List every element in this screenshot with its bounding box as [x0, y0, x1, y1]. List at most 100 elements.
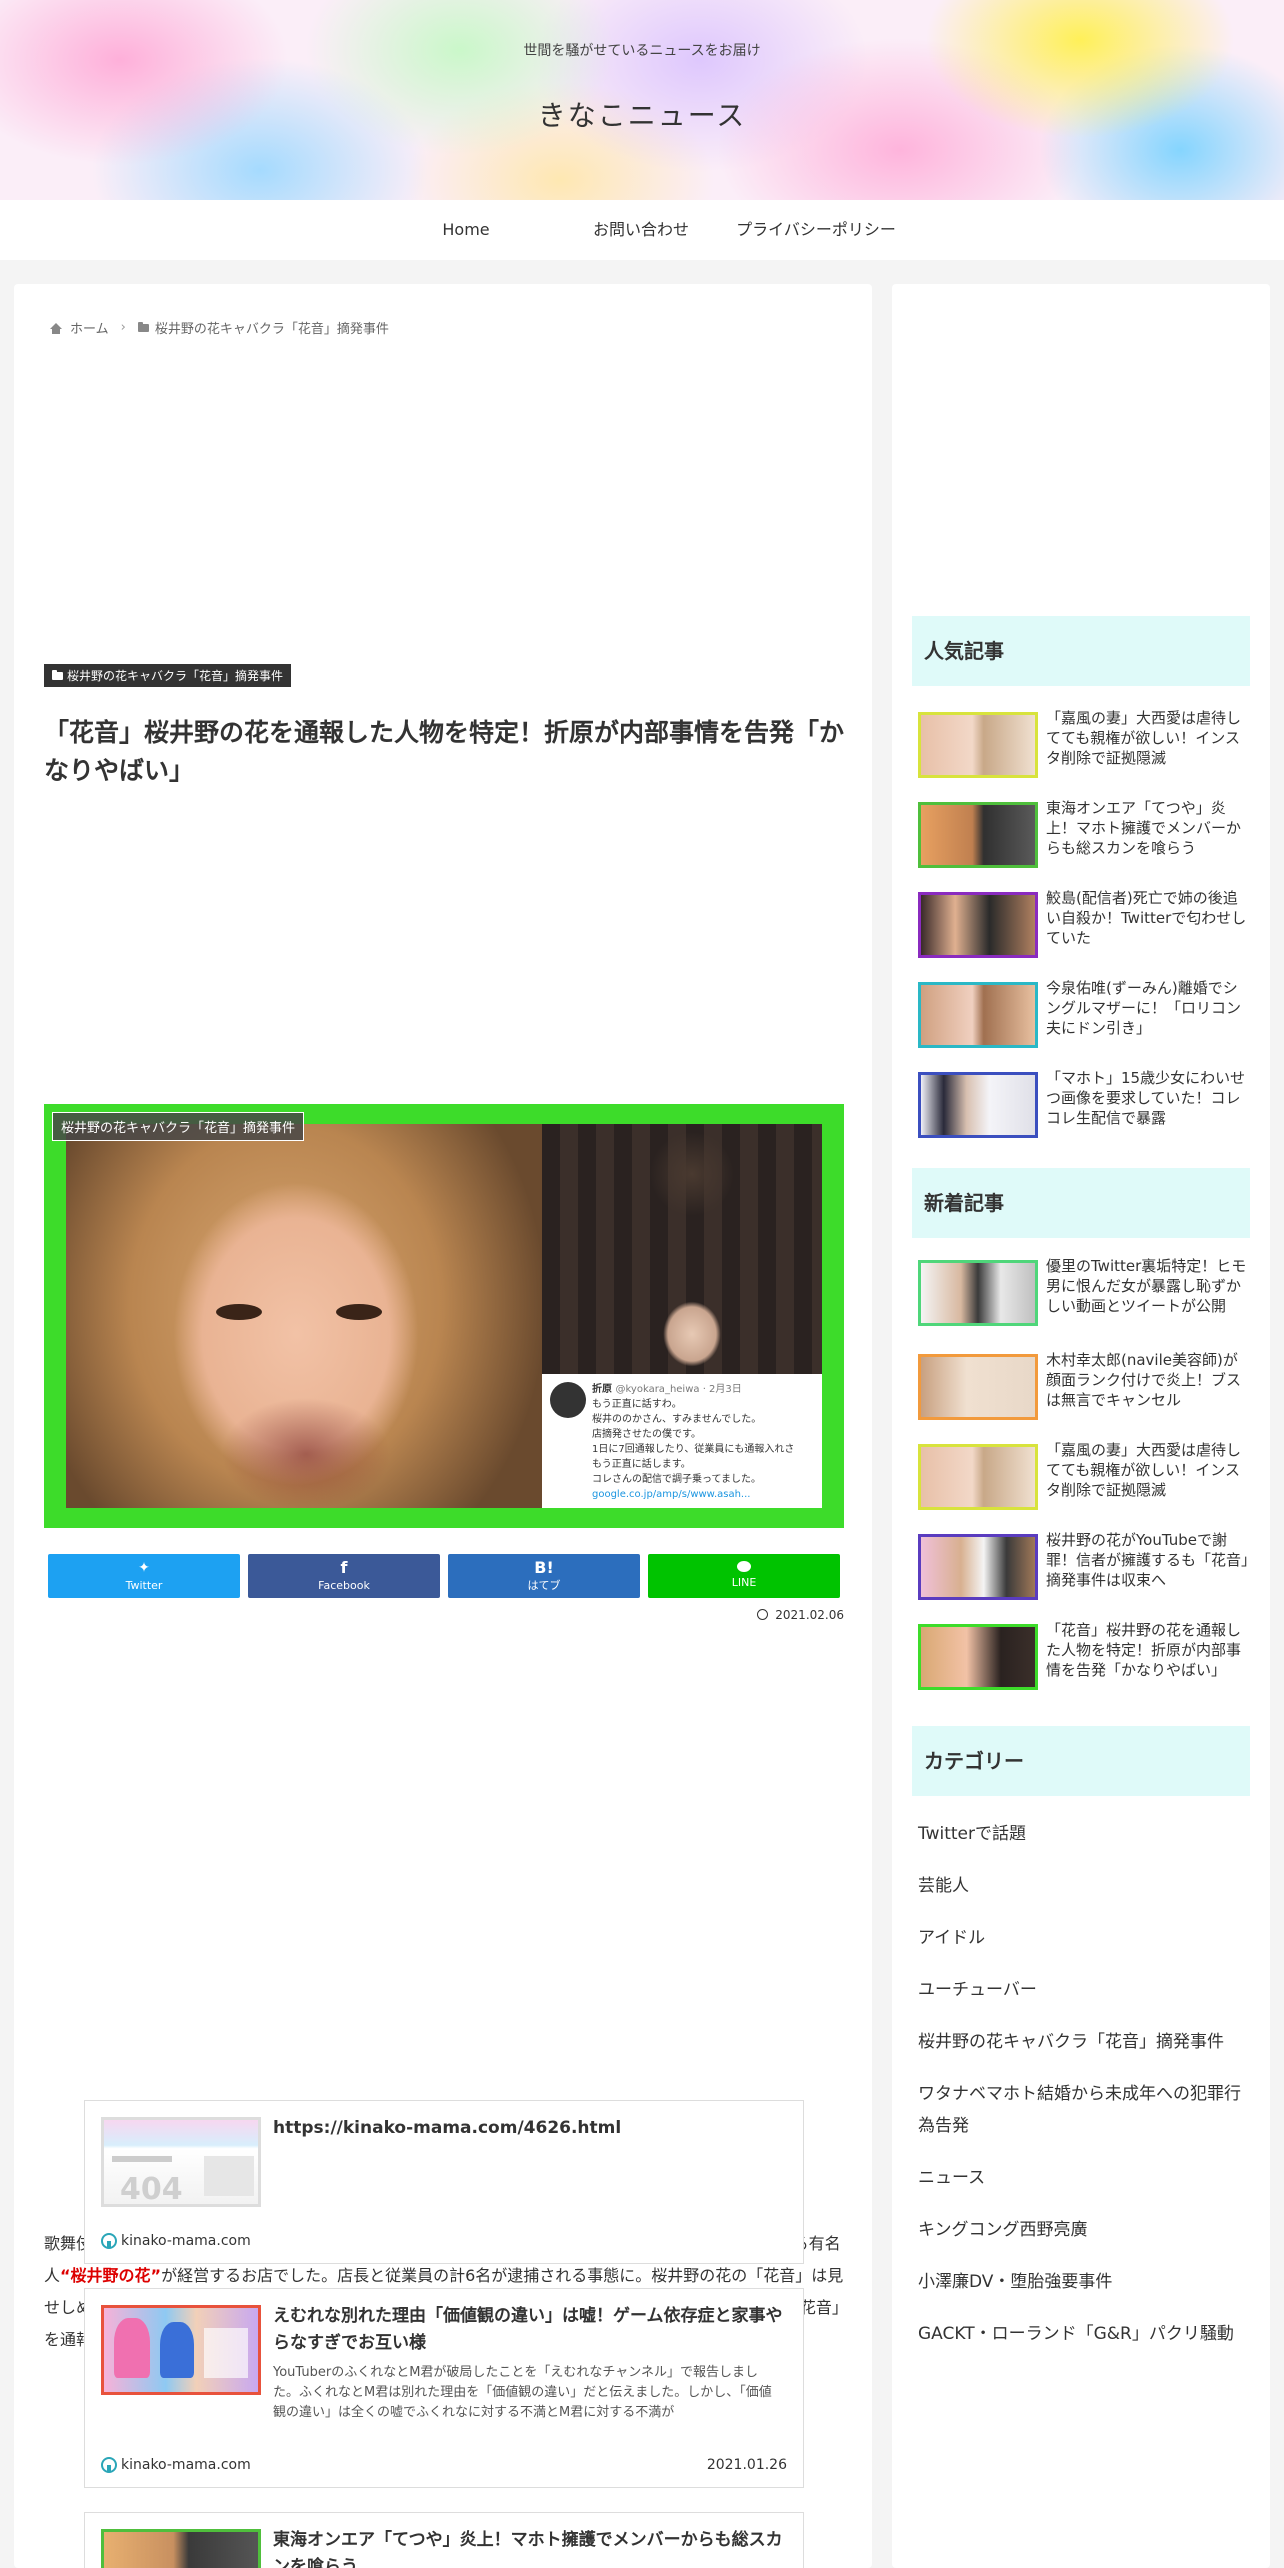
nav-contact[interactable]: お問い合わせ [561, 200, 721, 260]
new-post-item[interactable]: 桜井野の花がYouTubeで謝罪！信者が擁護するも「花音」摘発事件は収束へ [918, 1530, 1254, 1600]
tweet-line: コレさんの配信で調子乗ってました。 [592, 1474, 761, 1485]
nav-privacy-policy[interactable]: プライバシーポリシー [736, 200, 896, 260]
popular-post-title: 鮫島(配信者)死亡で姉の後追い自殺か！Twitterで匂わせしていた [1046, 889, 1247, 947]
popular-post-item[interactable]: 鮫島(配信者)死亡で姉の後追い自殺か！Twitterで匂わせしていた [918, 888, 1254, 958]
new-post-item[interactable]: 「花音」桜井野の花を通報した人物を特定！折原が内部事情を告発「かなりやばい」 [918, 1620, 1254, 1704]
category-link[interactable]: 芸能人 [918, 1870, 1248, 1902]
thumb-detail [204, 2156, 254, 2196]
facebook-icon: f [340, 1558, 348, 1577]
tweet-handle: @kyokara_heiwa · 2月3日 [615, 1384, 742, 1395]
share-label: Facebook [318, 1579, 370, 1592]
category-link[interactable]: 桜井野の花キャバクラ「花音」摘発事件 [918, 2026, 1248, 2058]
blogcard-thumbnail: 404 [101, 2117, 261, 2207]
share-hatebu-button[interactable]: B! はてブ [448, 1554, 640, 1598]
folder-icon [52, 670, 63, 680]
breadcrumb-category[interactable]: 桜井野の花キャバクラ「花音」摘発事件 [155, 318, 389, 337]
blogcard-title: 東海オンエア「てつや」炎上！マホト擁護でメンバーからも総スカンを喰らう [273, 2530, 783, 2568]
new-post-title: 「嘉風の妻」大西愛は虐待してても親権が欲しい！インスタ削除で証拠隠滅 [1046, 1441, 1242, 1499]
clock-icon [757, 1609, 769, 1620]
blogcard-title: https://kinako-mama.com/4626.html [273, 2118, 622, 2138]
tweet-line: もう正直に話します。 [592, 1459, 691, 1470]
popular-post-title: 東海オンエア「てつや」炎上！マホト擁護でメンバーからも総スカンを喰らう [1046, 799, 1242, 857]
blogcard-date: 2021.01.26 [706, 2457, 787, 2473]
new-post-title: 「花音」桜井野の花を通報した人物を特定！折原が内部事情を告発「かなりやばい」 [1046, 1621, 1242, 1679]
category-link[interactable]: Twitterで話題 [918, 1818, 1248, 1850]
eyecatch-image: 折原 @kyokara_heiwa · 2月3日 もう正直に話すわ。 桜井ののか… [44, 1104, 844, 1528]
main-content: ホーム › 桜井野の花キャバクラ「花音」摘発事件 桜井野の花キャバクラ「花音」摘… [14, 284, 872, 2568]
thumb-detail [160, 2322, 194, 2378]
site-title-link[interactable]: きなこニュース [0, 94, 1284, 134]
post-thumbnail [918, 712, 1038, 778]
tweet-card: 折原 @kyokara_heiwa · 2月3日 もう正直に話すわ。 桜井ののか… [542, 1374, 822, 1508]
nav-home[interactable]: Home [386, 200, 546, 260]
breadcrumb: ホーム › 桜井野の花キャバクラ「花音」摘発事件 [50, 318, 389, 337]
eyecatch-category-label: 桜井野の花キャバクラ「花音」摘発事件 [52, 1112, 305, 1141]
site-header: 世間を騒がせているニュースをお届け きなこニュース [0, 0, 1284, 200]
category-heading: カテゴリー [912, 1726, 1250, 1796]
pixelated-photo [542, 1124, 822, 1374]
blogcard-site: kinako-mama.com [101, 2233, 251, 2249]
post-thumbnail [918, 1072, 1038, 1138]
popular-post-title: 今泉佑唯(ずーみん)離婚でシングルマザーに！「ロリコン夫にドン引き」 [1046, 979, 1242, 1037]
category-link[interactable]: ワタナベマホト結婚から未成年への犯罪行為告発 [918, 2078, 1248, 2142]
new-post-item[interactable]: 「嘉風の妻」大西愛は虐待してても親権が欲しい！インスタ削除で証拠隠滅 [918, 1440, 1254, 1510]
blogcard-link[interactable]: えむれな別れた理由「価値観の違い」は嘘！ゲーム依存症と家事やらなすぎでお互い様 … [84, 2288, 804, 2488]
blogcard-snippet: YouTuberのふくれなとM君が破局したことを「えむれなチャンネル」で報告しま… [273, 2365, 772, 2420]
thumb-detail [112, 2156, 172, 2162]
category-link[interactable]: ユーチューバー [918, 1974, 1248, 2006]
popular-post-item[interactable]: 東海オンエア「てつや」炎上！マホト擁護でメンバーからも総スカンを喰らう [918, 798, 1254, 868]
breadcrumb-home[interactable]: ホーム [70, 318, 109, 337]
share-label: LINE [731, 1576, 757, 1589]
photo-detail [216, 1304, 262, 1320]
category-link[interactable]: キングコング西野亮廣 [918, 2214, 1248, 2246]
new-post-title: 木村幸太郎(navile美容師)が顔面ランク付けで炎上！ブスは無言でキャンセル [1046, 1351, 1242, 1409]
post-thumbnail [918, 802, 1038, 868]
tweet-line: もう正直に話すわ。 [592, 1399, 682, 1410]
blogcard-thumbnail [101, 2305, 261, 2395]
thumb-404-text: 404 [120, 2172, 183, 2207]
blogcard-site: kinako-mama.com [101, 2457, 251, 2473]
category-link[interactable]: ニュース [918, 2162, 1248, 2194]
popular-post-item[interactable]: 「嘉風の妻」大西愛は虐待してても親権が欲しい！インスタ削除で証拠隠滅 [918, 708, 1254, 778]
body-highlight: “桜井野の花” [60, 2266, 162, 2285]
updated-date: 2021.02.06 [694, 1608, 844, 1622]
twitter-icon: ✦ [138, 1560, 150, 1576]
share-line-button[interactable]: LINE [648, 1554, 840, 1598]
updated-date-text: 2021.02.06 [775, 1608, 844, 1622]
thumb-detail [204, 2328, 248, 2378]
category-link[interactable]: GACKT・ローランド「G&R」パクリ騒動 [918, 2318, 1248, 2350]
share-facebook-button[interactable]: f Facebook [248, 1554, 440, 1598]
blogcard-link[interactable]: 404 https://kinako-mama.com/4626.html ki… [84, 2100, 804, 2264]
main-nav: Home お問い合わせ プライバシーポリシー [0, 200, 1284, 260]
chevron-right-icon: › [120, 320, 126, 335]
blogcard-link[interactable]: 東海オンエア「てつや」炎上！マホト擁護でメンバーからも総スカンを喰らう [84, 2512, 804, 2568]
blogcard-site-name: kinako-mama.com [121, 2457, 251, 2473]
sidebar: 人気記事 「嘉風の妻」大西愛は虐待してても親権が欲しい！インスタ削除で証拠隠滅 … [892, 284, 1270, 2568]
hatebu-icon: B! [534, 1558, 554, 1577]
site-favicon-icon [101, 2233, 117, 2249]
new-post-title: 優里のTwitter裏垢特定！ヒモ男に恨んだ女が暴露し恥ずかしい動画とツイートが… [1046, 1257, 1247, 1315]
popular-post-item[interactable]: 「マホト」15歳少女にわいせつ画像を要求していた！コレコレ生配信で暴露 [918, 1068, 1254, 1138]
post-thumbnail [918, 892, 1038, 958]
popular-post-item[interactable]: 今泉佑唯(ずーみん)離婚でシングルマザーに！「ロリコン夫にドン引き」 [918, 978, 1254, 1048]
post-thumbnail [918, 1260, 1038, 1326]
folder-icon [137, 322, 149, 332]
article-category-label[interactable]: 桜井野の花キャバクラ「花音」摘発事件 [44, 664, 292, 687]
new-post-item[interactable]: 木村幸太郎(navile美容師)が顔面ランク付けで炎上！ブスは無言でキャンセル [918, 1350, 1254, 1420]
article-category-text: 桜井野の花キャバクラ「花音」摘発事件 [67, 669, 284, 683]
thumb-detail [114, 2318, 150, 2378]
blogcard-thumbnail [101, 2529, 261, 2568]
tweet-line: 店摘発させたの僕です。 [592, 1429, 701, 1440]
home-icon [50, 322, 62, 334]
new-post-item[interactable]: 優里のTwitter裏垢特定！ヒモ男に恨んだ女が暴露し恥ずかしい動画とツイートが… [918, 1256, 1254, 1336]
site-tagline: 世間を騒がせているニュースをお届け [523, 43, 761, 59]
popular-posts-heading: 人気記事 [912, 616, 1250, 686]
tweet-line: 1日に7回通報したり、従業員にも通報入れさ [592, 1444, 795, 1455]
share-twitter-button[interactable]: ✦ Twitter [48, 1554, 240, 1598]
post-thumbnail [918, 1624, 1038, 1690]
category-link[interactable]: 小澤廉DV・堕胎強要事件 [918, 2266, 1248, 2298]
blogcard-site-name: kinako-mama.com [121, 2233, 251, 2249]
post-thumbnail [918, 1354, 1038, 1420]
tweet-link: google.co.jp/amp/s/www.asah... [592, 1489, 751, 1500]
category-link[interactable]: アイドル [918, 1922, 1248, 1954]
